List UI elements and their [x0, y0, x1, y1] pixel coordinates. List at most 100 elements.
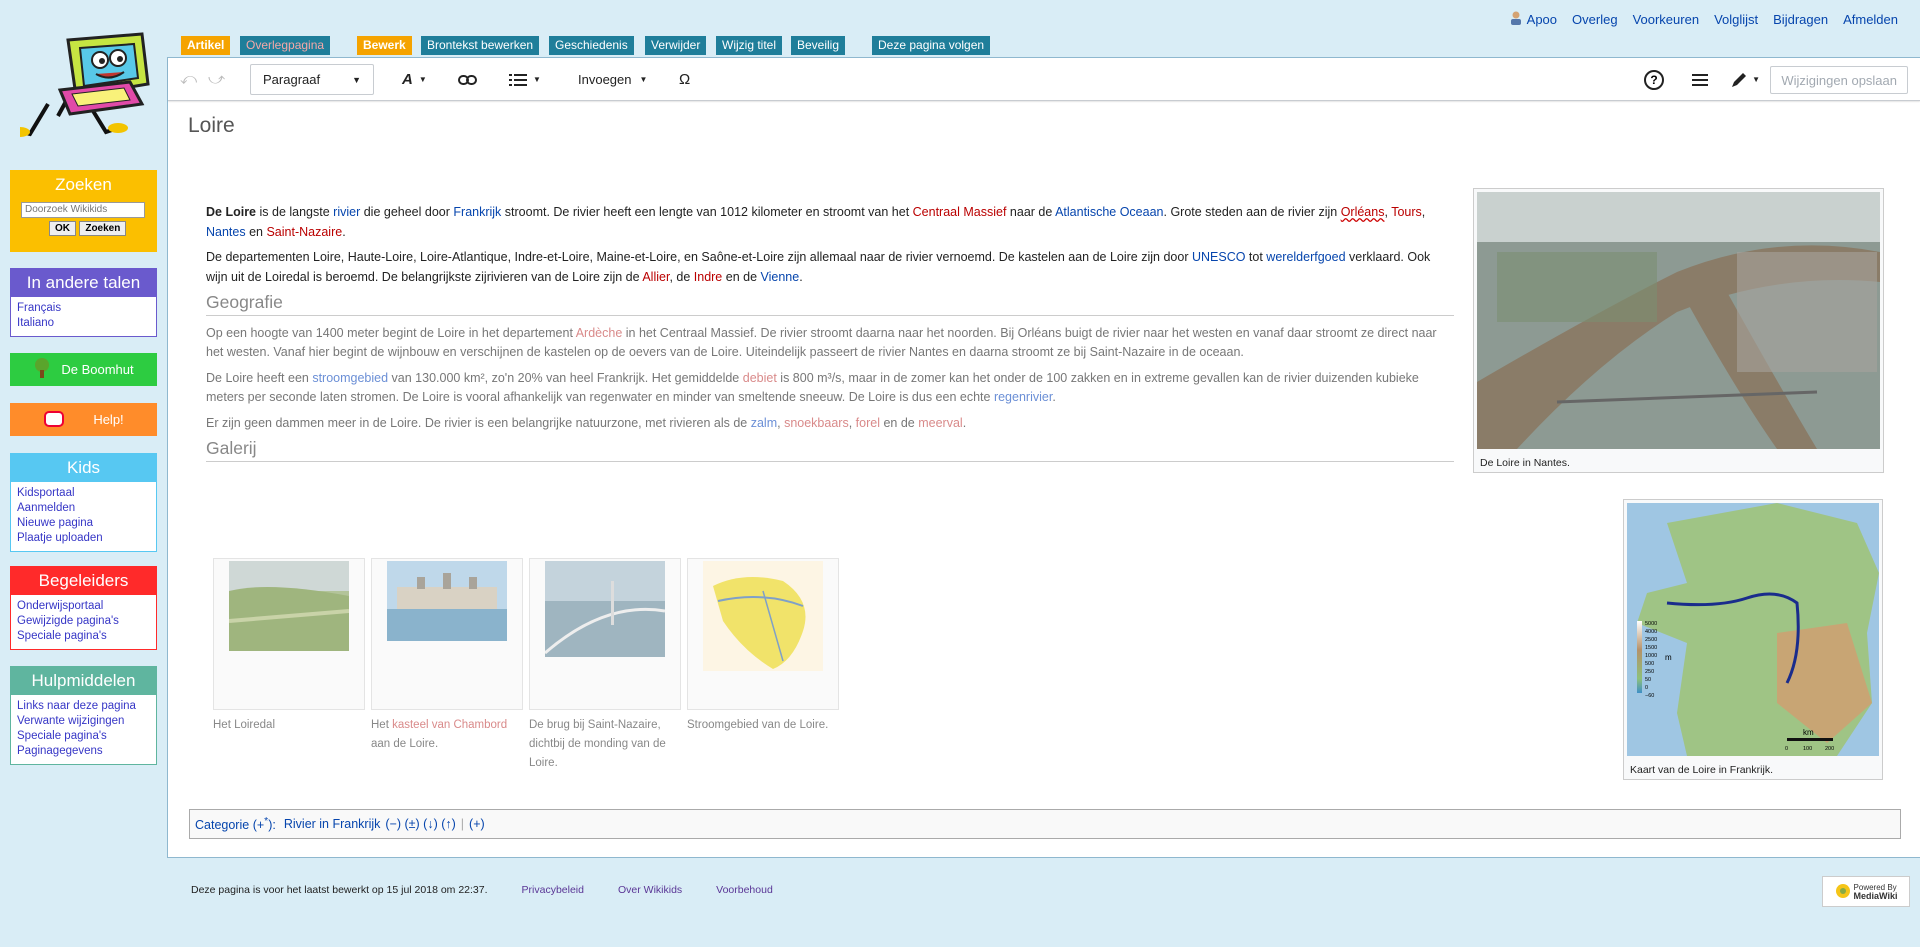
tab-protect[interactable]: Beveilig: [791, 36, 846, 55]
category-link-rivier-in-frankrijk[interactable]: Rivier in Frankrijk: [284, 817, 381, 831]
gallery-item-chambord[interactable]: [371, 558, 523, 710]
elevation-tick: 500: [1645, 661, 1654, 667]
bridge-image: [545, 561, 665, 657]
paragraph-label: Paragraaf: [263, 72, 321, 87]
link-centraal-massief[interactable]: Centraal Massief: [913, 205, 1007, 219]
footer: Deze pagina is voor het laatst bewerkt o…: [191, 884, 773, 896]
begeleiders-link-gewijzigde[interactable]: Gewijzigde pagina's: [17, 614, 150, 629]
category-label[interactable]: Categorie (+*):: [195, 816, 276, 832]
wikikids-logo[interactable]: [10, 24, 158, 144]
text: stroomt. De rivier heeft een lengte van …: [501, 205, 913, 219]
redo-icon[interactable]: ⤻: [208, 58, 225, 101]
link-tours[interactable]: Tours: [1391, 205, 1422, 219]
gallery-item-loiredal[interactable]: [213, 558, 365, 710]
search-input[interactable]: [21, 201, 145, 218]
save-button[interactable]: Wijzigingen opslaan: [1770, 66, 1908, 94]
personal-user[interactable]: Apoo: [1527, 12, 1557, 27]
link-indre[interactable]: Indre: [694, 270, 723, 284]
lang-link-italian[interactable]: Italiano: [17, 316, 150, 331]
geo-paragraph-3: Er zijn geen dammen meer in de Loire. De…: [206, 414, 1454, 434]
tools-link-links[interactable]: Links naar deze pagina: [17, 699, 150, 714]
tab-move[interactable]: Wijzig titel: [716, 36, 783, 55]
powered-by-mediawiki-badge[interactable]: Powered By MediaWiki: [1822, 876, 1910, 907]
separator: |: [460, 817, 465, 831]
search-title: Zoeken: [55, 175, 112, 194]
gallery-item-brug[interactable]: [529, 558, 681, 710]
link-werelderfgoed[interactable]: werelderfgoed: [1266, 250, 1345, 264]
edit-mode-icon[interactable]: ▼: [1730, 58, 1760, 101]
link-ardeche[interactable]: Ardèche: [576, 326, 623, 340]
thumb-map[interactable]: 5000 4000 2500 1500 1000 500 250 50 0 −6…: [1623, 499, 1883, 780]
begeleiders-link-onderwijsportaal[interactable]: Onderwijsportaal: [17, 599, 150, 614]
paragraph-dropdown[interactable]: Paragraaf ▼: [250, 64, 374, 95]
elevation-tick: 1000: [1645, 653, 1657, 659]
menu-icon[interactable]: [1692, 58, 1708, 101]
link-allier[interactable]: Allier: [642, 270, 669, 284]
link-stroomgebied[interactable]: stroomgebied: [312, 371, 388, 385]
list-icon[interactable]: ▼: [509, 58, 541, 101]
about-link[interactable]: Over Wikikids: [618, 884, 682, 896]
text: ):: [268, 818, 276, 833]
link-icon[interactable]: [458, 58, 478, 101]
link-saint-nazaire[interactable]: Saint-Nazaire: [266, 225, 342, 239]
link-vienne[interactable]: Vienne: [761, 270, 800, 284]
search-button[interactable]: Zoeken: [79, 220, 127, 236]
kids-link-kidsportaal[interactable]: Kidsportaal: [17, 486, 150, 501]
undo-icon[interactable]: ⤺: [180, 58, 197, 101]
geo-paragraph-2: De Loire heeft een stroomgebied van 130.…: [206, 369, 1454, 408]
tab-delete[interactable]: Verwijder: [645, 36, 707, 55]
link-meerval[interactable]: meerval: [918, 416, 962, 430]
personal-contributions[interactable]: Bijdragen: [1773, 12, 1828, 27]
add-category-button[interactable]: (+): [469, 817, 485, 831]
personal-tools: Apoo Overleg Voorkeuren Volglijst Bijdra…: [1510, 11, 1898, 28]
tools-link-verwante[interactable]: Verwante wijzigingen: [17, 714, 150, 729]
category-operations[interactable]: (−) (±) (↓) (↑): [385, 817, 455, 831]
tools-link-paginagegevens[interactable]: Paginagegevens: [17, 744, 150, 759]
tab-watch[interactable]: Deze pagina volgen: [872, 36, 991, 55]
link-nantes[interactable]: Nantes: [206, 225, 246, 239]
link-orleans[interactable]: Orléans: [1341, 205, 1385, 219]
link-snoekbaars[interactable]: snoekbaars: [784, 416, 849, 430]
tools-link-speciale[interactable]: Speciale pagina's: [17, 729, 150, 744]
tab-article[interactable]: Artikel: [181, 36, 231, 55]
link-kasteel-chambord[interactable]: kasteel van Chambord: [392, 719, 507, 731]
kids-link-plaatje-uploaden[interactable]: Plaatje uploaden: [17, 531, 150, 546]
disclaimer-link[interactable]: Voorbehoud: [716, 884, 773, 896]
link-debiet[interactable]: debiet: [743, 371, 777, 385]
scale-tick: 100: [1803, 746, 1812, 752]
link-frankrijk[interactable]: Frankrijk: [453, 205, 501, 219]
tab-talk[interactable]: Overlegpagina: [240, 36, 331, 55]
tab-edit[interactable]: Bewerk: [357, 36, 412, 55]
personal-watchlist[interactable]: Volglijst: [1714, 12, 1758, 27]
link-atlantische-oceaan[interactable]: Atlantische Oceaan: [1055, 205, 1163, 219]
special-character-icon[interactable]: Ω: [679, 58, 690, 101]
thumb-nantes[interactable]: De Loire in Nantes.: [1473, 188, 1884, 473]
link-rivier[interactable]: rivier: [333, 205, 360, 219]
lang-link-french[interactable]: Français: [17, 301, 150, 316]
kids-link-aanmelden[interactable]: Aanmelden: [17, 501, 150, 516]
insert-dropdown[interactable]: Invoegen ▼: [578, 58, 647, 101]
tab-edit-source[interactable]: Brontekst bewerken: [421, 36, 540, 55]
privacy-link[interactable]: Privacybeleid: [522, 884, 584, 896]
ok-button[interactable]: OK: [49, 220, 76, 236]
tab-history[interactable]: Geschiedenis: [549, 36, 634, 55]
gallery-item-stroomgebied[interactable]: [687, 558, 839, 710]
personal-talk[interactable]: Overleg: [1572, 12, 1618, 27]
link-zalm[interactable]: zalm: [751, 416, 777, 430]
text: die geheel door: [360, 205, 454, 219]
last-edit-info: Deze pagina is voor het laatst bewerkt o…: [191, 884, 488, 896]
link-regenrivier[interactable]: regenrivier: [994, 390, 1052, 404]
kids-link-nieuwe-pagina[interactable]: Nieuwe pagina: [17, 516, 150, 531]
help-button[interactable]: Help!: [10, 403, 157, 436]
personal-logout[interactable]: Afmelden: [1843, 12, 1898, 27]
text: Het: [371, 719, 393, 731]
chambord-image: [387, 561, 507, 641]
begeleiders-link-speciale[interactable]: Speciale pagina's: [17, 629, 150, 644]
personal-preferences[interactable]: Voorkeuren: [1633, 12, 1700, 27]
text-style-icon[interactable]: A ▼: [402, 58, 427, 101]
begeleiders-portlet: Begeleiders Onderwijsportaal Gewijzigde …: [10, 566, 157, 650]
link-unesco[interactable]: UNESCO: [1192, 250, 1245, 264]
link-forel[interactable]: forel: [856, 416, 880, 430]
boomhut-button[interactable]: De Boomhut: [10, 353, 157, 386]
help-icon[interactable]: ?: [1643, 58, 1665, 101]
